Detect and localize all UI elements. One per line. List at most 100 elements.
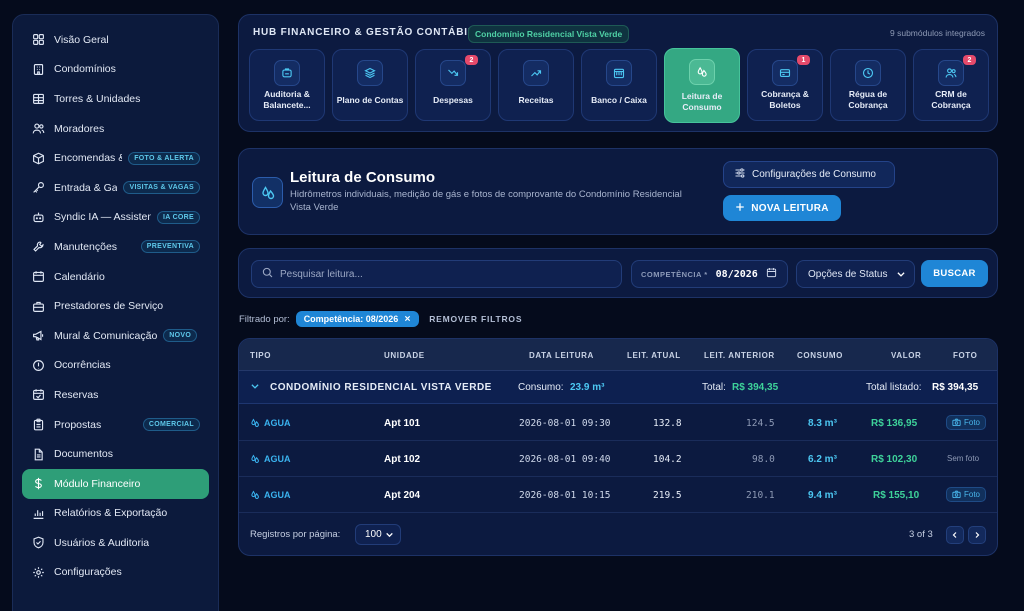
settings-label: Configurações de Consumo xyxy=(752,169,876,180)
competencia-value: 08/2026 xyxy=(715,268,758,280)
chevron-down-icon[interactable] xyxy=(250,381,260,394)
sidebar-item-visao-geral[interactable]: Visão Geral xyxy=(22,25,209,55)
column-header-leit-atual[interactable]: LEIT. ATUAL xyxy=(627,351,681,360)
value-cell: R$ 136,95 xyxy=(871,418,918,429)
column-header-foto[interactable]: FOTO xyxy=(953,351,977,360)
module-banco-caixa[interactable]: Banco / Caixa xyxy=(581,49,657,121)
group-consumo-label: Consumo: xyxy=(518,382,564,393)
photo-label: Foto xyxy=(964,418,981,427)
status-select[interactable]: Opções de Status xyxy=(796,260,915,288)
consumption-settings-button[interactable]: Configurações de Consumo xyxy=(723,161,895,188)
module-regua-cobranca[interactable]: Régua de Cobrança xyxy=(830,49,906,121)
filter-chip[interactable]: Competência: 08/2026 xyxy=(295,311,420,327)
group-total-label: Total: xyxy=(702,382,726,393)
sidebar-item-usuarios[interactable]: Usuários & Auditoria xyxy=(22,528,209,558)
photo-button[interactable]: Foto xyxy=(946,415,987,430)
sidebar-item-label: Syndic IA — Assistente xyxy=(54,211,151,224)
competencia-field[interactable]: COMPETÊNCIA * 08/2026 xyxy=(631,260,788,288)
previous-reading-cell: 210.1 xyxy=(746,490,775,501)
camera-icon xyxy=(952,418,961,427)
close-icon[interactable] xyxy=(404,314,411,324)
table-row[interactable]: AGUA Apt 204 2026-08-01 10:15 219.5 210.… xyxy=(239,477,997,513)
bot-icon xyxy=(31,210,45,224)
layers-icon xyxy=(357,60,383,86)
table-row[interactable]: AGUA Apt 102 2026-08-01 09:40 104.2 98.0… xyxy=(239,441,997,477)
sidebar-item-moradores[interactable]: Moradores xyxy=(22,114,209,144)
module-despesas[interactable]: 2 Despesas xyxy=(415,49,491,121)
sidebar-item-reservas[interactable]: Reservas xyxy=(22,380,209,410)
megaphone-icon xyxy=(31,329,45,343)
sidebar-item-syndic-ia[interactable]: Syndic IA — Assistente IA CORE xyxy=(22,203,209,233)
page-title: Leitura de Consumo xyxy=(290,169,436,186)
next-page-button[interactable] xyxy=(968,526,986,544)
sidebar-item-documentos[interactable]: Documentos xyxy=(22,439,209,469)
file-icon xyxy=(31,447,45,461)
feature-badge: VISITAS & VAGAS xyxy=(123,181,200,195)
sidebar-item-configuracoes[interactable]: Configurações xyxy=(22,558,209,588)
sidebar-item-label: Mural & Comunicação xyxy=(54,329,158,342)
unit-cell: Apt 102 xyxy=(384,454,421,465)
sidebar-item-entrada[interactable]: Entrada & Gar... VISITAS & VAGAS xyxy=(22,173,209,203)
sidebar-item-label: Entrada & Gar... xyxy=(54,181,118,194)
column-header-leit-anterior[interactable]: LEIT. ANTERIOR xyxy=(704,351,775,360)
column-header-valor[interactable]: VALOR xyxy=(891,351,921,360)
sidebar-item-calendario[interactable]: Calendário xyxy=(22,262,209,292)
group-row[interactable]: CONDOMÍNIO RESIDENCIAL VISTA VERDE Consu… xyxy=(239,371,997,404)
module-plano-contas[interactable]: Plano de Contas xyxy=(332,49,408,121)
table-footer: Registros por página: 100 3 of 3 xyxy=(239,512,997,555)
sidebar-item-ocorrencias[interactable]: Ocorrências xyxy=(22,351,209,381)
module-label: Banco / Caixa xyxy=(591,94,647,105)
module-leitura-consumo[interactable]: Leitura de Consumo xyxy=(664,48,740,123)
sidebar-item-condominios[interactable]: Condomínios xyxy=(22,55,209,85)
sidebar-item-encomendas[interactable]: Encomendas &... FOTO & ALERTA xyxy=(22,143,209,173)
column-header-consumo[interactable]: CONSUMO xyxy=(797,351,843,360)
users-icon xyxy=(31,122,45,136)
module-cobranca-boletos[interactable]: 1 Cobrança & Boletos xyxy=(747,49,823,121)
finance-hub-panel: HUB FINANCEIRO & GESTÃO CONTÁBIL Condomí… xyxy=(238,14,998,132)
calendar-icon[interactable] xyxy=(766,265,777,283)
module-receitas[interactable]: Receitas xyxy=(498,49,574,121)
sidebar-item-torres[interactable]: Torres & Unidades xyxy=(22,84,209,114)
module-crm-cobranca[interactable]: 2 CRM de Cobrança xyxy=(913,49,989,121)
module-label: Leitura de Consumo xyxy=(681,91,723,112)
search-button[interactable]: BUSCAR xyxy=(921,260,988,287)
value-cell: R$ 102,30 xyxy=(871,454,918,465)
droplets-icon xyxy=(689,59,715,85)
briefcase-icon xyxy=(31,299,45,313)
per-page-select[interactable]: 100 xyxy=(355,524,401,545)
search-input[interactable]: Pesquisar leitura... xyxy=(251,260,622,288)
sidebar-item-relatorios[interactable]: Relatórios & Exportação xyxy=(22,499,209,529)
sidebar-item-propostas[interactable]: Propostas COMERCIAL xyxy=(22,410,209,440)
feature-badge: FOTO & ALERTA xyxy=(128,151,200,165)
submodule-list: Auditoria & Balancete... Plano de Contas… xyxy=(249,48,989,123)
per-page-value: 100 xyxy=(365,529,382,540)
sidebar-item-label: Moradores xyxy=(54,122,105,135)
new-reading-label: NOVA LEITURA xyxy=(751,202,829,214)
column-header-unidade[interactable]: UNIDADE xyxy=(384,351,425,360)
consumption-header: Leitura de Consumo Hidrômetros individua… xyxy=(238,148,998,235)
current-reading-cell: 104.2 xyxy=(653,454,682,465)
droplets-icon xyxy=(251,418,259,427)
photo-button[interactable]: Foto xyxy=(946,487,987,502)
pagination-info: 3 of 3 xyxy=(909,529,933,540)
filter-label: Filtrado por: xyxy=(239,313,290,325)
new-reading-button[interactable]: NOVA LEITURA xyxy=(723,195,841,221)
column-header-data[interactable]: DATA LEITURA xyxy=(529,351,594,360)
module-auditoria[interactable]: Auditoria & Balancete... xyxy=(249,49,325,121)
table-row[interactable]: AGUA Apt 101 2026-08-01 09:30 132.8 124.… xyxy=(239,405,997,441)
module-label: Régua de Cobrança xyxy=(848,89,888,110)
prev-page-button[interactable] xyxy=(946,526,964,544)
sidebar-item-modulo-financeiro[interactable]: Módulo Financeiro xyxy=(22,468,209,499)
sidebar-item-manutencoes[interactable]: Manutenções PREVENTIVA xyxy=(22,232,209,262)
module-label: Despesas xyxy=(433,94,473,105)
no-photo-label: Sem foto xyxy=(947,454,980,463)
search-bar: Pesquisar leitura... COMPETÊNCIA * 08/20… xyxy=(238,248,998,298)
photo-label: Foto xyxy=(964,490,981,499)
clear-filters-link[interactable]: REMOVER FILTROS xyxy=(429,314,522,324)
sidebar-item-mural[interactable]: Mural & Comunicação NOVO xyxy=(22,321,209,351)
status-select-label: Opções de Status xyxy=(808,268,888,280)
column-header-tipo[interactable]: TIPO xyxy=(250,351,271,360)
sidebar-item-label: Usuários & Auditoria xyxy=(54,536,150,549)
sidebar-item-prestadores[interactable]: Prestadores de Serviço xyxy=(22,291,209,321)
module-label: Auditoria & Balancete... xyxy=(263,89,311,110)
